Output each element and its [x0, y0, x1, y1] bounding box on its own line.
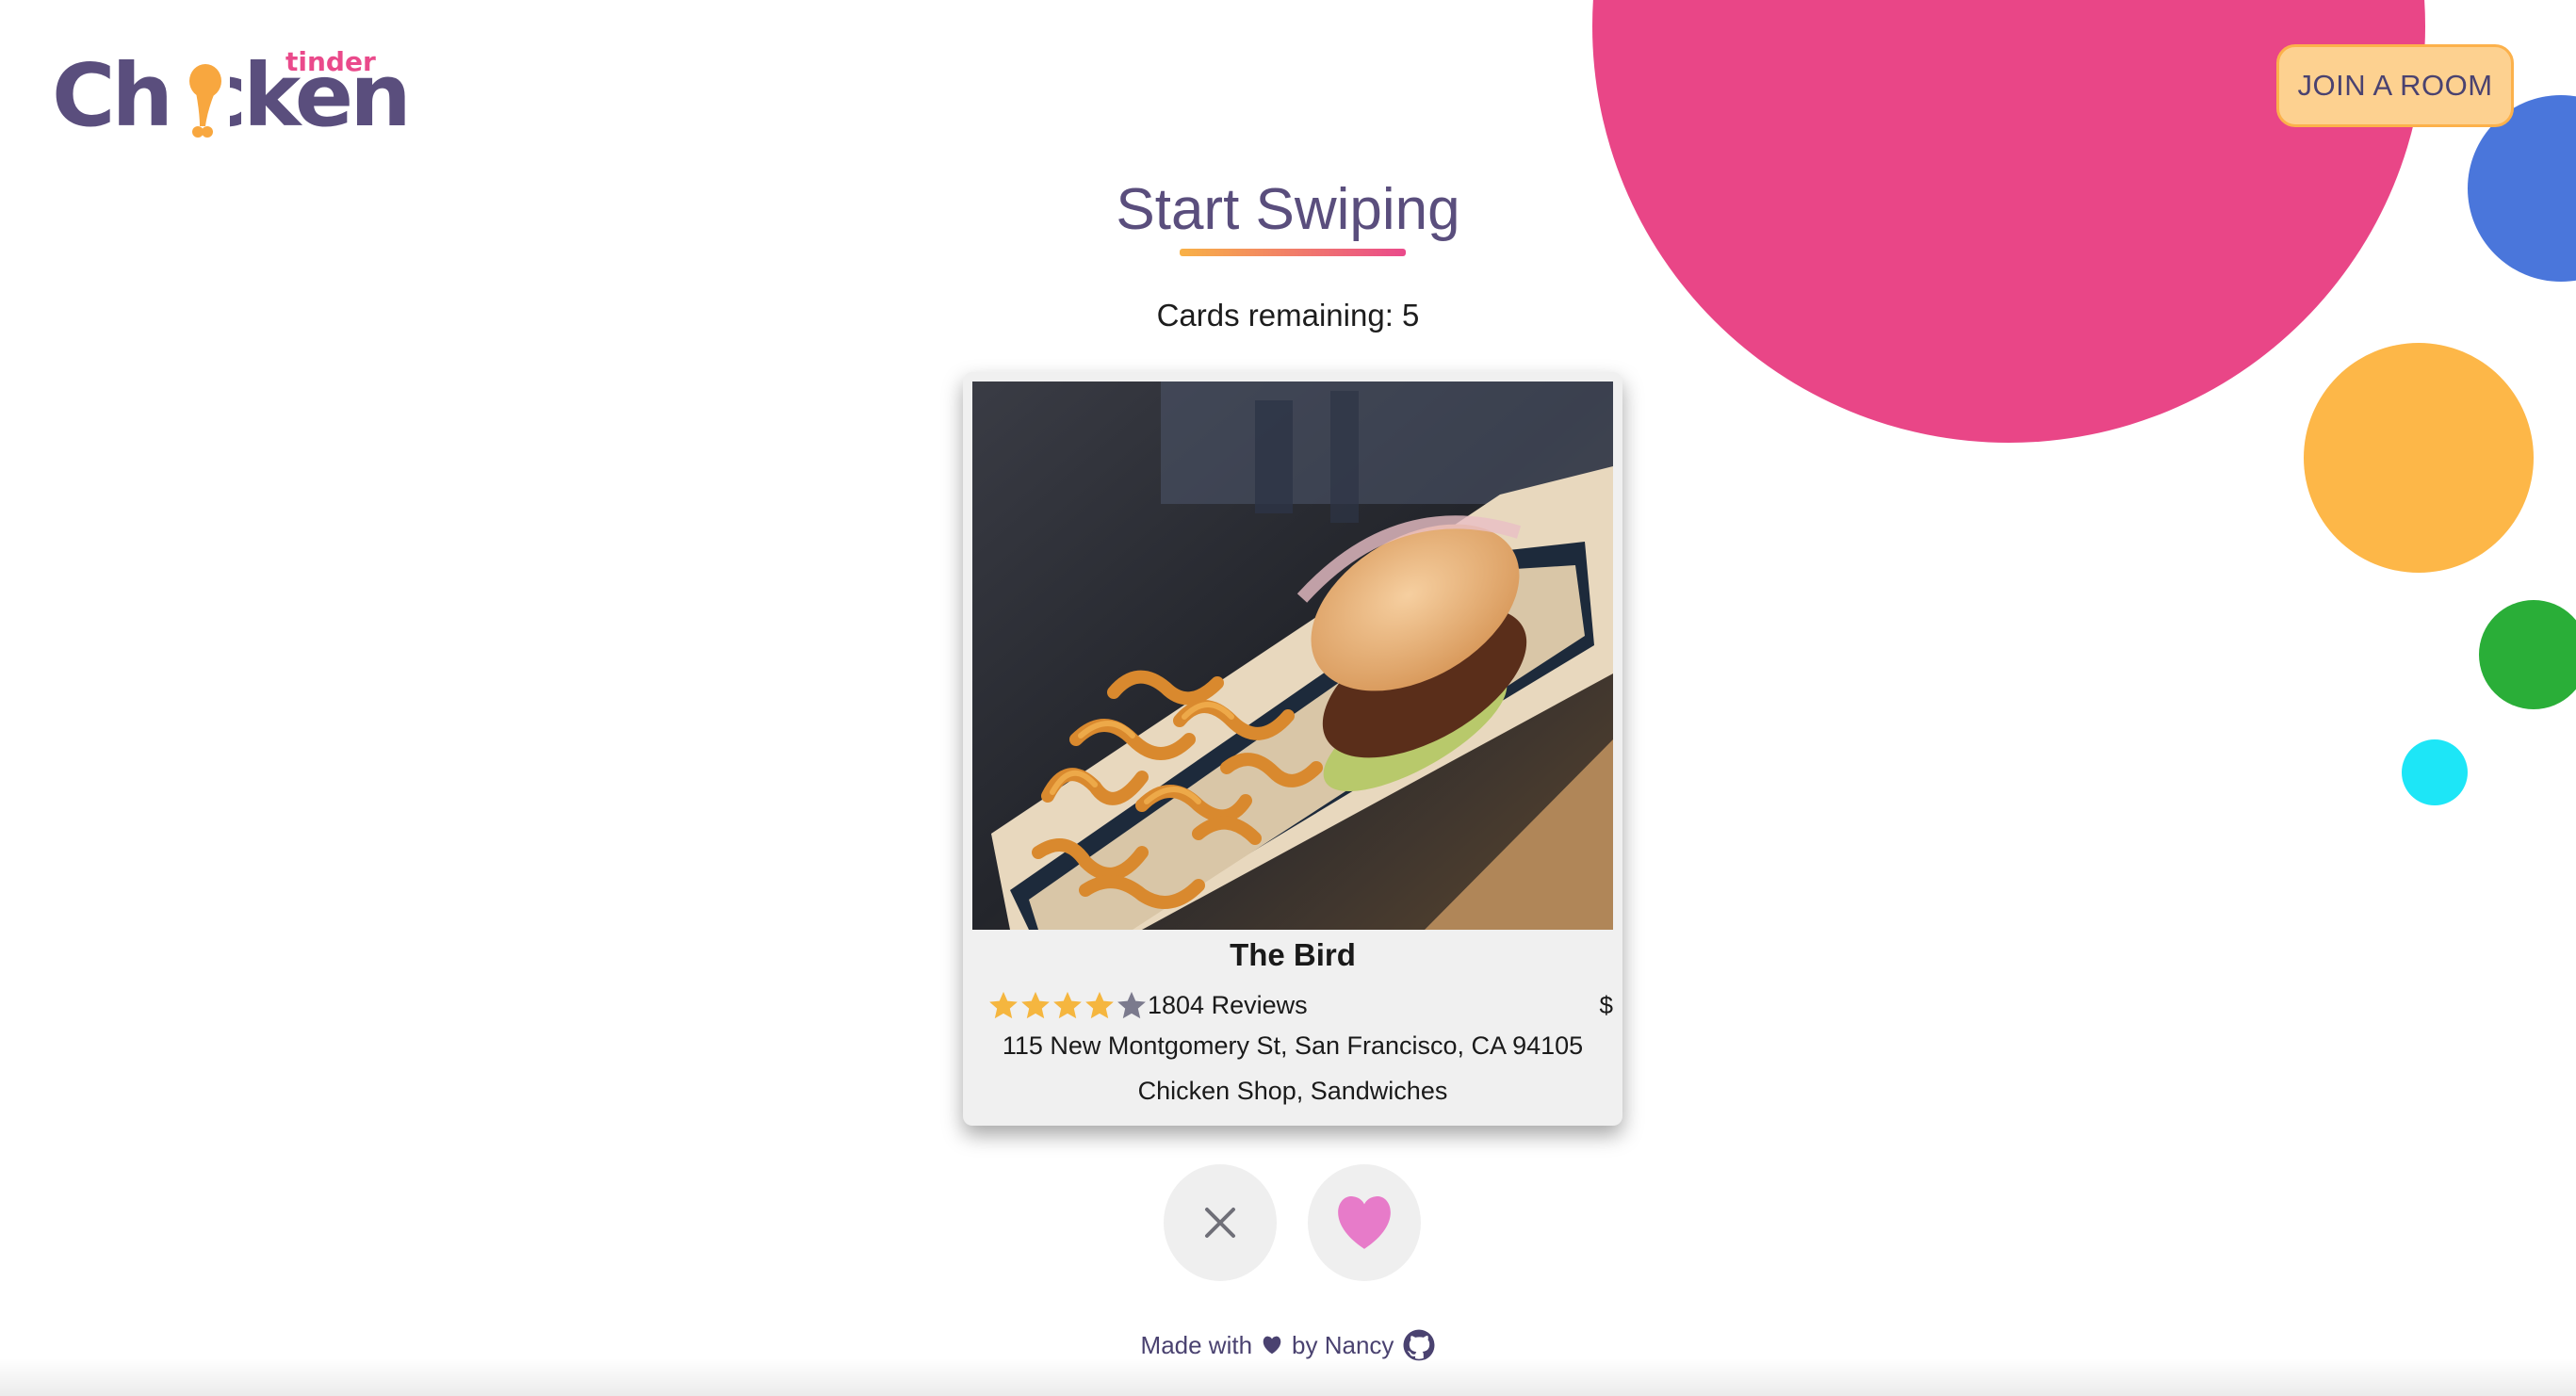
footer-author: by Nancy — [1292, 1330, 1394, 1359]
star-filled-icon — [1053, 991, 1082, 1019]
food-photo-icon — [972, 381, 1613, 930]
logo-word-part: Ch — [52, 45, 173, 146]
restaurant-categories: Chicken Shop, Sandwiches — [1137, 1077, 1448, 1105]
footer-made-with: Made with — [1140, 1330, 1253, 1359]
like-button[interactable] — [1308, 1164, 1421, 1281]
star-empty-icon — [1117, 991, 1146, 1019]
title-underline — [1180, 249, 1406, 256]
restaurant-photo — [972, 381, 1613, 930]
heart-icon — [1338, 1196, 1391, 1249]
review-count: 1804 Reviews — [1148, 990, 1308, 1019]
logo-subtitle: tinder — [285, 46, 376, 77]
app-logo[interactable]: Chicken tinder — [52, 41, 429, 145]
star-filled-icon — [1085, 991, 1114, 1019]
star-rating — [987, 989, 1148, 1021]
restaurant-name: The Bird — [1230, 937, 1356, 972]
price-level: $ — [1599, 990, 1613, 1019]
cards-remaining-text: Cards remaining: 5 — [1156, 298, 1420, 333]
restaurant-card[interactable]: The Bird 1804 Reviews $ 115 New Montgome… — [963, 372, 1622, 1126]
github-icon[interactable] — [1403, 1329, 1435, 1361]
decor-bubble-cyan — [2402, 739, 2468, 805]
footer: Made with by Nancy — [1005, 1329, 1571, 1361]
decor-bubble-orange — [2304, 343, 2534, 573]
page-title: Start Swiping — [1116, 177, 1460, 242]
decor-bubble-green — [2479, 600, 2576, 709]
restaurant-address: 115 New Montgomery St, San Francisco, CA… — [1002, 1031, 1584, 1060]
join-room-button[interactable]: JOIN A ROOM — [2276, 44, 2514, 127]
nope-button[interactable] — [1164, 1164, 1277, 1281]
star-filled-icon — [989, 991, 1018, 1019]
star-filled-icon — [1021, 991, 1050, 1019]
close-icon — [1205, 1208, 1235, 1238]
bottom-shadow — [0, 1358, 2576, 1396]
rating-row: 1804 Reviews $ — [987, 986, 1613, 1024]
drumstick-icon — [177, 60, 230, 141]
heart-icon — [1263, 1336, 1281, 1355]
